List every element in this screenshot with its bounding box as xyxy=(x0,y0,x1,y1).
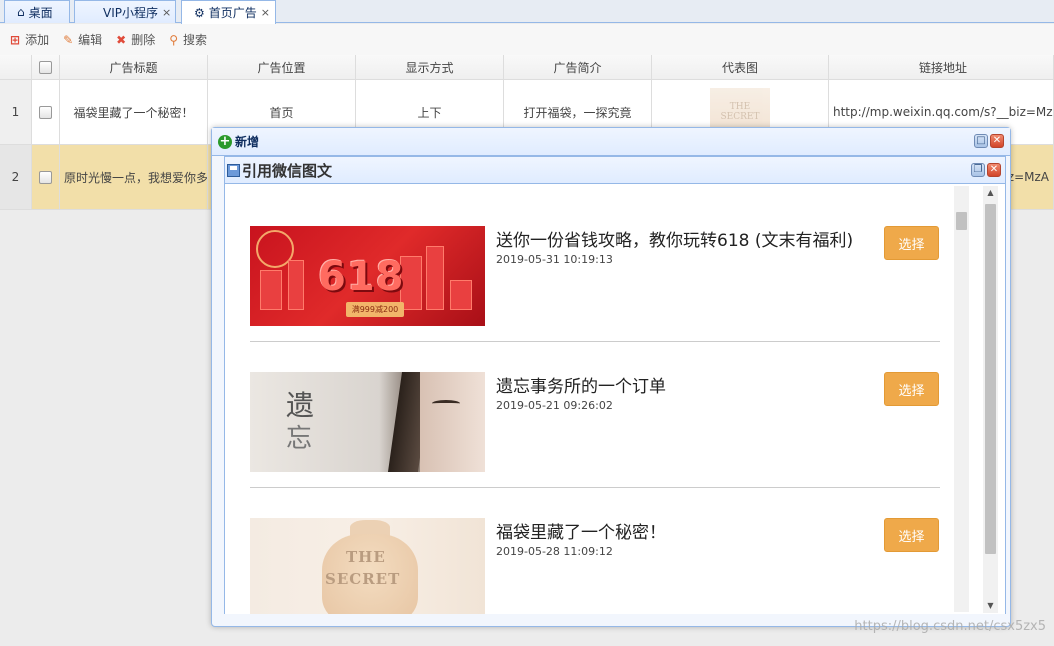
tab-desktop[interactable]: ⌂ 桌面 xyxy=(4,0,70,23)
eye-shape xyxy=(432,400,460,407)
select-button[interactable]: 选择 xyxy=(884,372,939,406)
column-header-position[interactable]: 广告位置 xyxy=(208,55,356,80)
tab-label: 首页广告 xyxy=(208,6,257,20)
select-all-checkbox[interactable] xyxy=(32,55,60,80)
search-button-label: 搜索 xyxy=(183,33,208,47)
column-header-image[interactable]: 代表图 xyxy=(652,55,829,80)
building-shape xyxy=(260,270,282,310)
column-header-mode[interactable]: 显示方式 xyxy=(356,55,504,80)
building-shape xyxy=(450,280,472,310)
thumbnail-character: 忘 xyxy=(286,424,313,454)
wechat-article-dialog-title: 引用微信图文 xyxy=(242,161,333,180)
article-title: 送你一份省钱攻略，教你玩转618 (文末有福利) xyxy=(496,231,854,251)
search-icon: ⚲ xyxy=(169,32,179,47)
wechat-article-dialog: 引用微信图文 ❐ ✕ 618 满999减200 送你一份省钱攻略，教你玩转618… xyxy=(224,156,1006,614)
divider xyxy=(250,341,940,342)
list-scrollbar[interactable] xyxy=(954,186,969,612)
add-dialog: + 新增 □ ✕ 引用微信图文 ❐ ✕ 618 满999减200 送你一份省钱攻… xyxy=(211,127,1011,627)
article-title: 福袋里藏了一个秘密！ xyxy=(496,523,666,543)
edit-icon: ✎ xyxy=(63,32,74,47)
article-thumbnail: 遗 忘 xyxy=(250,372,485,472)
article-thumbnail: 618 满999减200 xyxy=(250,226,485,326)
sale-number: 618 xyxy=(318,254,405,300)
edit-button[interactable]: ✎ 编辑 xyxy=(63,31,102,48)
dialog-scrollbar[interactable]: ▲ ▼ xyxy=(983,186,998,613)
close-button[interactable]: ✕ xyxy=(990,134,1004,148)
edit-button-label: 编辑 xyxy=(78,33,103,47)
scroll-down-arrow-icon[interactable]: ▼ xyxy=(983,599,998,613)
save-icon xyxy=(227,163,240,177)
article-title: 遗忘事务所的一个订单 xyxy=(496,377,666,397)
list-item: THE SECRET 福袋里藏了一个秘密！ 2019-05-28 11:09:1… xyxy=(250,518,940,614)
watermark: https://blog.csdn.net/csx5zx5 xyxy=(854,619,1046,634)
add-dialog-title: 新增 xyxy=(235,135,260,149)
delete-button[interactable]: ✖ 删除 xyxy=(116,31,155,48)
close-icon[interactable]: × xyxy=(162,6,171,19)
close-icon[interactable]: × xyxy=(261,6,270,19)
cell-title: 原时光慢一点，我想爱你多 xyxy=(60,145,208,210)
add-button[interactable]: ⊞ 添加 xyxy=(10,31,49,48)
home-icon: ⌂ xyxy=(17,5,25,19)
building-shape xyxy=(288,260,304,310)
select-button[interactable]: 选择 xyxy=(884,226,939,260)
column-header-title[interactable]: 广告标题 xyxy=(60,55,208,80)
tab-vip-miniprogram[interactable]: VIP小程序 × xyxy=(74,0,176,23)
tab-label: VIP小程序 xyxy=(103,5,158,20)
scroll-up-arrow-icon[interactable]: ▲ xyxy=(983,186,998,200)
row-number: 2 xyxy=(0,145,32,210)
row-checkbox[interactable] xyxy=(32,80,60,145)
scrollbar-thumb[interactable] xyxy=(956,212,967,230)
row-checkbox[interactable] xyxy=(32,145,60,210)
toolbar: ⊞ 添加 ✎ 编辑 ✖ 删除 ⚲ 搜索 xyxy=(0,24,1054,55)
delete-button-label: 删除 xyxy=(131,33,156,47)
article-list: 618 满999减200 送你一份省钱攻略，教你玩转618 (文末有福利) 20… xyxy=(225,184,1005,614)
bag-text: THE xyxy=(346,548,386,566)
restore-button[interactable]: ❐ xyxy=(971,163,985,177)
maximize-button[interactable]: □ xyxy=(974,134,988,148)
scrollbar-thumb[interactable] xyxy=(985,204,996,554)
article-date: 2019-05-21 09:26:02 xyxy=(496,399,613,412)
tab-bar: ⌂ 桌面 VIP小程序 × ⚙ 首页广告 × xyxy=(0,0,1054,24)
column-header-link[interactable]: 链接地址 xyxy=(829,55,1054,80)
article-date: 2019-05-31 10:19:13 xyxy=(496,253,613,266)
list-item: 618 满999减200 送你一份省钱攻略，教你玩转618 (文末有福利) 20… xyxy=(250,226,940,326)
list-item: 遗 忘 遗忘事务所的一个订单 2019-05-21 09:26:02 选择 xyxy=(250,372,940,472)
wechat-article-dialog-header[interactable]: 引用微信图文 ❐ ✕ xyxy=(225,157,1005,184)
grid-header: 广告标题 广告位置 显示方式 广告简介 代表图 链接地址 xyxy=(0,55,1054,80)
row-number-header xyxy=(0,55,32,80)
article-thumbnail: THE SECRET xyxy=(250,518,485,614)
row-number: 1 xyxy=(0,80,32,145)
discount-ribbon: 满999减200 xyxy=(346,302,404,317)
divider xyxy=(250,487,940,488)
search-button[interactable]: ⚲ 搜索 xyxy=(169,31,207,48)
checkbox-box xyxy=(39,170,52,184)
plus-square-icon: ⊞ xyxy=(10,32,21,47)
gear-icon: ⚙ xyxy=(194,5,205,20)
add-button-label: 添加 xyxy=(25,33,50,47)
add-dialog-header[interactable]: + 新增 □ ✕ xyxy=(212,128,1010,156)
column-header-description[interactable]: 广告简介 xyxy=(504,55,652,80)
select-button[interactable]: 选择 xyxy=(884,518,939,552)
tab-home-ads[interactable]: ⚙ 首页广告 × xyxy=(181,0,276,24)
building-shape xyxy=(426,246,444,310)
close-button[interactable]: ✕ xyxy=(987,163,1001,177)
bag-text: SECRET xyxy=(325,570,401,588)
checkbox-box xyxy=(39,60,52,74)
checkbox-box xyxy=(39,105,52,119)
tab-label: 桌面 xyxy=(28,5,53,20)
article-date: 2019-05-28 11:09:12 xyxy=(496,545,613,558)
face-shape xyxy=(420,372,485,472)
cell-title: 福袋里藏了一个秘密！ xyxy=(60,80,208,145)
delete-icon: ✖ xyxy=(116,32,127,47)
add-icon: + xyxy=(218,133,232,149)
